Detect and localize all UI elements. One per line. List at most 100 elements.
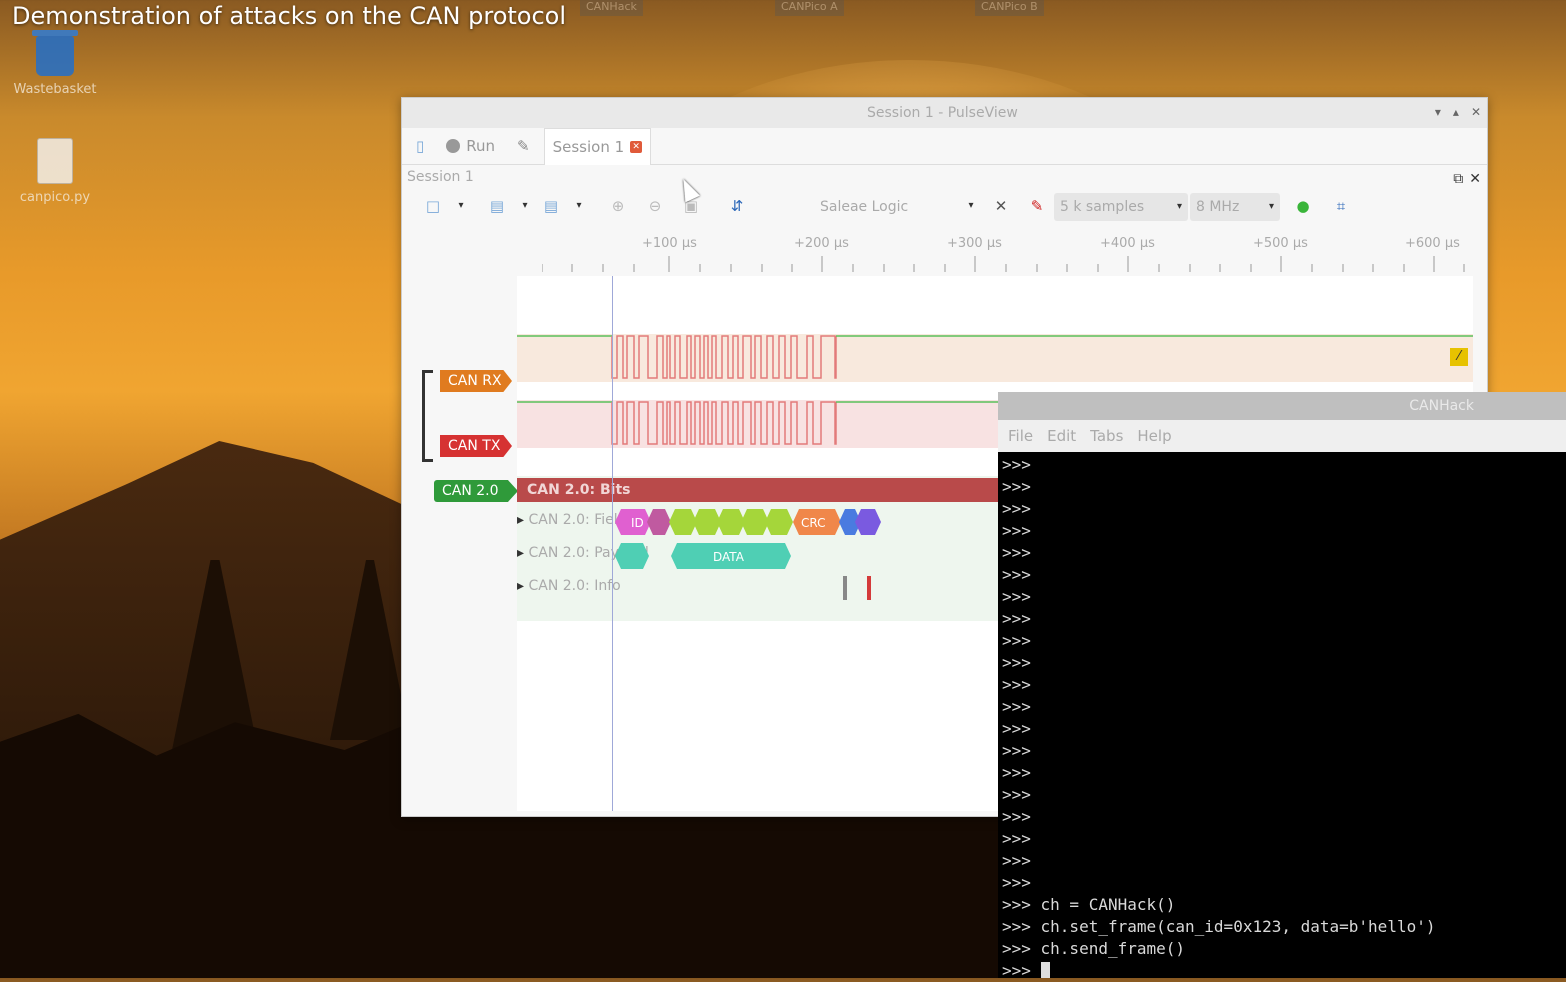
samples-value: 5 k samples xyxy=(1060,199,1145,215)
run-icon xyxy=(446,139,461,153)
channel-label-can-tx[interactable]: CAN TX xyxy=(440,435,512,457)
trigger-marker-icon[interactable]: ⁄ xyxy=(1450,348,1468,366)
field-rtr xyxy=(647,509,671,535)
terminal-line: >>> xyxy=(1002,873,1031,892)
menu-help[interactable]: Help xyxy=(1137,427,1171,445)
terminal-line: >>> xyxy=(1002,653,1031,672)
close-tab-icon[interactable]: ✕ xyxy=(630,140,643,153)
menu-edit[interactable]: Edit xyxy=(1047,427,1076,445)
field-data-byte xyxy=(717,509,745,535)
time-cursor-line[interactable] xyxy=(612,276,613,811)
ruler-label: +400 µs xyxy=(1100,236,1155,251)
terminal-line: >>> xyxy=(1002,741,1031,760)
float-icon[interactable]: ⧉ xyxy=(1453,167,1463,191)
tab-session-1[interactable]: Session 1 ✕ xyxy=(543,127,652,165)
field-crc-label: CRC xyxy=(801,516,826,530)
desktop-icon-wastebasket[interactable]: Wastebasket xyxy=(10,30,100,97)
dock-controls: ⧉ ✕ xyxy=(1453,167,1481,191)
decoder-label-can[interactable]: CAN 2.0 xyxy=(434,480,518,502)
new-session-button[interactable]: ▯ xyxy=(408,133,432,159)
field-data-byte xyxy=(765,509,793,535)
taskbar-item[interactable]: CANPico B xyxy=(975,0,1044,16)
open-file-icon[interactable]: □ xyxy=(422,195,444,217)
run-button[interactable]: Run xyxy=(438,133,503,159)
desktop-icon-label: canpico.py xyxy=(19,190,91,205)
terminal-line: >>> xyxy=(1002,455,1031,474)
save-icon[interactable]: ▤ xyxy=(486,195,508,217)
maximize-icon[interactable]: ▴ xyxy=(1453,105,1459,119)
samplerate-combo[interactable]: 8 MHz ▾ xyxy=(1190,193,1280,221)
field-data-byte xyxy=(693,509,721,535)
minimize-icon[interactable]: ▾ xyxy=(1435,105,1441,119)
signal-can-rx xyxy=(517,335,1473,379)
terminal-line: >>> xyxy=(1002,763,1031,782)
chevron-down-icon[interactable]: ▾ xyxy=(568,195,590,217)
close-icon[interactable]: ✕ xyxy=(1469,167,1481,191)
probe-icon[interactable]: ✎ xyxy=(1026,195,1048,217)
settings-button[interactable]: ✎ xyxy=(509,133,538,159)
chevron-down-icon: ▾ xyxy=(1268,201,1274,212)
terminal-titlebar[interactable]: CANHack xyxy=(998,392,1566,420)
export-icon[interactable]: ▤ xyxy=(540,195,562,217)
ruler-label: +100 µs xyxy=(642,236,697,251)
window-controls: ▾ ▴ ✕ xyxy=(1435,105,1481,119)
channel-label-can-rx[interactable]: CAN RX xyxy=(440,370,512,392)
wastebasket-icon xyxy=(32,30,78,76)
terminal-output[interactable]: >>> >>> >>> >>> >>> >>> >>> >>> >>> >>> >>> >>> >>> >… xyxy=(1002,454,1566,980)
terminal-line: >>> xyxy=(1002,829,1031,848)
cursor-icon[interactable]: ⇵ xyxy=(726,195,748,217)
session-toolbar: □ ▾ ▤ ▾ ▤ ▾ ⊕ ⊖ ▣ ⇵ Saleae Logic ▾ ✕ ✎ 5… xyxy=(402,189,1487,227)
field-data-byte xyxy=(669,509,697,535)
menu-tabs[interactable]: Tabs xyxy=(1090,427,1123,445)
field-data-byte xyxy=(741,509,769,535)
text-cursor xyxy=(1040,962,1050,978)
menu-file[interactable]: File xyxy=(1008,427,1033,445)
terminal-command: >>> ch = CANHack() xyxy=(1002,895,1176,914)
payload-length xyxy=(615,543,649,569)
chevron-down-icon: ▾ xyxy=(1176,201,1182,212)
session-bar: Session 1 ⧉ ✕ xyxy=(402,165,1487,189)
ruler-label: +200 µs xyxy=(794,236,849,251)
math-channel-icon[interactable]: ⌗ xyxy=(1330,195,1352,217)
run-label: Run xyxy=(466,137,496,155)
add-decoder-icon[interactable]: ● xyxy=(1292,195,1314,217)
field-id-label: ID xyxy=(631,516,644,530)
chevron-down-icon[interactable]: ▾ xyxy=(450,195,472,217)
ruler-ticks xyxy=(542,256,1465,272)
terminal-line: >>> xyxy=(1002,543,1031,562)
desktop-icon-label: Wastebasket xyxy=(13,82,97,97)
terminal-line: >>> xyxy=(1002,631,1031,650)
current-prompt: >>> xyxy=(1002,961,1041,980)
desktop-icon-canpico[interactable]: canpico.py xyxy=(10,138,100,205)
channel-group-bracket[interactable] xyxy=(422,370,433,462)
payload-data-label: DATA xyxy=(713,550,745,564)
pulseview-titlebar[interactable]: Session 1 - PulseView ▾ ▴ ✕ xyxy=(402,98,1487,128)
ruler-label: +500 µs xyxy=(1253,236,1308,251)
terminal-line: >>> xyxy=(1002,785,1031,804)
terminal-title: CANHack xyxy=(1409,398,1474,414)
configure-icon[interactable]: ✕ xyxy=(990,195,1012,217)
terminal-command: >>> ch.send_frame() xyxy=(1002,939,1186,958)
terminal-line: >>> xyxy=(1002,697,1031,716)
fields-annotations: ID CRC xyxy=(615,509,881,535)
session-tab-label: Session 1 xyxy=(552,137,625,156)
device-selector[interactable]: Saleae Logic xyxy=(820,199,908,215)
zoom-out-icon[interactable]: ⊖ xyxy=(644,195,666,217)
terminal-current-line[interactable]: >>> xyxy=(1002,960,1566,982)
terminal-command: >>> ch.set_frame(can_id=0x123, data=b'he… xyxy=(1002,917,1436,936)
terminal-line: >>> xyxy=(1002,807,1031,826)
session-label: Session 1 xyxy=(407,169,474,185)
samples-combo[interactable]: 5 k samples ▾ xyxy=(1054,193,1188,221)
python-file-icon xyxy=(37,138,73,184)
zoom-in-icon[interactable]: ⊕ xyxy=(607,195,629,217)
taskbar-item[interactable]: CANHack xyxy=(580,0,643,16)
terminal-line: >>> xyxy=(1002,587,1031,606)
terminal-menubar: File Edit Tabs Help xyxy=(998,420,1566,452)
close-icon[interactable]: ✕ xyxy=(1471,105,1481,119)
taskbar-item[interactable]: CANPico A xyxy=(775,0,844,16)
info-marker xyxy=(843,576,847,600)
chevron-down-icon[interactable]: ▾ xyxy=(960,195,982,217)
decoder-row-info[interactable]: CAN 2.0: Info xyxy=(517,578,620,594)
chevron-down-icon[interactable]: ▾ xyxy=(514,195,536,217)
time-ruler: +100 µs +200 µs +300 µs +400 µs +500 µs … xyxy=(402,228,1485,274)
